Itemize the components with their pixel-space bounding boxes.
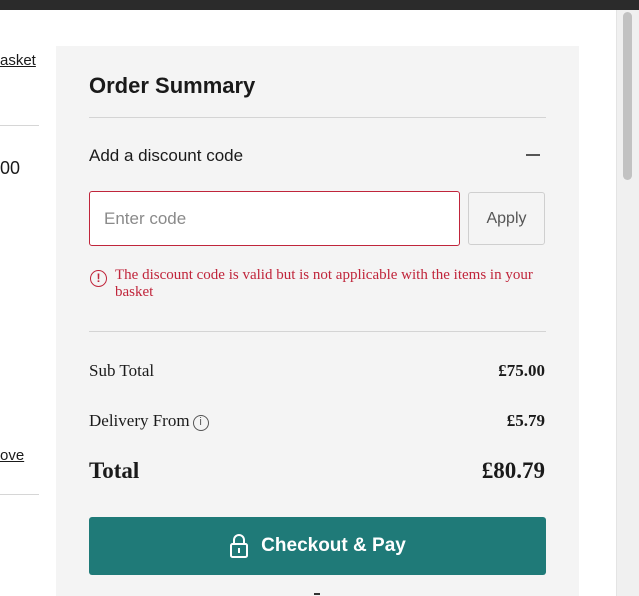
browser-top-bar — [0, 0, 639, 10]
checkout-pay-button[interactable]: Checkout & Pay — [89, 517, 546, 575]
divider — [0, 125, 39, 126]
delivery-label-wrap: Delivery From i — [89, 411, 209, 431]
delivery-label: Delivery From — [89, 411, 190, 430]
checkout-label: Checkout & Pay — [261, 535, 406, 556]
divider — [0, 494, 39, 495]
error-icon: ! — [90, 270, 107, 287]
info-icon[interactable]: i — [192, 415, 209, 431]
total-value: £80.79 — [481, 458, 545, 483]
scrollbar-thumb[interactable] — [623, 12, 632, 180]
order-summary-panel: Order Summary Add a discount code Apply … — [56, 46, 579, 596]
apply-button[interactable]: Apply — [468, 192, 545, 245]
discount-code-input[interactable] — [89, 191, 460, 246]
subtotal-label: Sub Total — [89, 361, 155, 380]
divider — [89, 331, 546, 332]
discount-code-toggle-label[interactable]: Add a discount code — [89, 146, 243, 166]
total-label: Total — [89, 458, 140, 483]
basket-link[interactable]: asket — [0, 52, 36, 69]
page-scrollbar[interactable] — [616, 10, 639, 596]
lock-icon — [230, 534, 249, 558]
order-summary-title: Order Summary — [89, 73, 256, 98]
delivery-value: £5.79 — [506, 411, 545, 430]
item-price: 00 — [0, 158, 21, 178]
remove-link[interactable]: ove — [0, 447, 24, 464]
subtotal-value: £75.00 — [498, 361, 545, 380]
basket-items-column: asket 00 ove — [0, 10, 40, 596]
truncated-content-mark — [314, 593, 320, 595]
discount-error-message: The discount code is valid but is not ap… — [115, 267, 533, 300]
divider — [89, 117, 546, 118]
minus-icon[interactable] — [525, 145, 541, 165]
